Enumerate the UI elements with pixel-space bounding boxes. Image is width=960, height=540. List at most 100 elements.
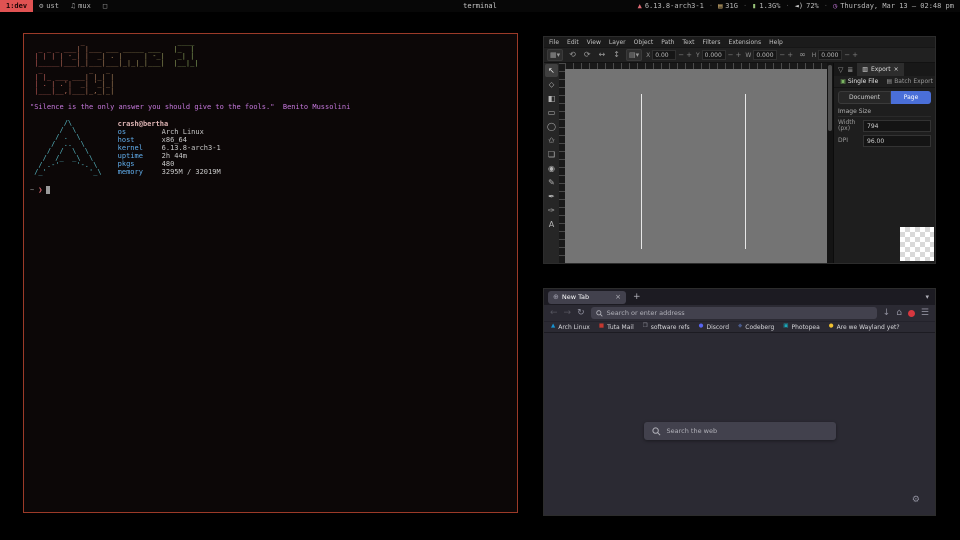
- fetch-row: pkgs 480: [118, 160, 221, 168]
- drawing-canvas[interactable]: [565, 69, 827, 263]
- menu-layer[interactable]: Layer: [609, 39, 626, 46]
- menu-filters[interactable]: Filters: [703, 39, 721, 46]
- tool-rectangle-icon[interactable]: ▭: [545, 106, 558, 119]
- align-dropdown[interactable]: ▤▾: [626, 49, 642, 61]
- personalize-gear-icon[interactable]: ⚙: [912, 495, 920, 505]
- w-increment[interactable]: +: [787, 51, 793, 59]
- tool-spiral-icon[interactable]: ◉: [545, 162, 558, 175]
- batch-export-icon: ▤: [887, 78, 893, 85]
- web-search-input[interactable]: Search the web: [644, 422, 836, 440]
- bookmark-arch-linux[interactable]: ▲ Arch Linux: [551, 324, 590, 331]
- home-icon[interactable]: ⌂: [896, 309, 902, 318]
- downloads-icon[interactable]: ↓: [883, 309, 891, 318]
- menu-icon[interactable]: ☰: [921, 309, 929, 318]
- dock-tab-bar: ▽ ≣ ▥ Export ×: [834, 63, 935, 76]
- tab-list-chevron-icon[interactable]: ▾: [925, 293, 929, 301]
- status-bar: 1:dev ⚙ ust ♫ mux □ terminal ▲ 6.13.8-ar…: [0, 0, 960, 12]
- new-tab-page: Search the web ⚙: [544, 333, 935, 515]
- x-increment[interactable]: +: [686, 51, 692, 59]
- export-scope-segmented: Document Page: [838, 91, 931, 104]
- tool-pencil-icon[interactable]: ✎: [545, 176, 558, 189]
- y-decrement[interactable]: −: [728, 51, 734, 59]
- tool-shape-builder-icon[interactable]: ◧: [545, 92, 558, 105]
- canvas-area[interactable]: [565, 63, 827, 263]
- menu-edit[interactable]: Edit: [567, 39, 579, 46]
- tab-single-file[interactable]: ▣ Single File: [834, 78, 885, 85]
- bookmark-tuta-mail[interactable]: ■ Tuta Mail: [599, 324, 634, 331]
- w-input[interactable]: 0.000: [753, 50, 777, 60]
- tool-node-editor-icon[interactable]: ⬦: [545, 78, 558, 91]
- bookmark-codeberg[interactable]: ◆ Codeberg: [738, 324, 774, 331]
- rotate-cw-icon[interactable]: ⟳: [582, 50, 593, 60]
- menu-view[interactable]: View: [587, 39, 601, 46]
- h-decrement[interactable]: −: [844, 51, 850, 59]
- bookmark-photopea[interactable]: ▣ Photopea: [783, 324, 820, 331]
- photopea-favicon: ▣: [783, 324, 788, 330]
- extension-red-icon[interactable]: [908, 310, 915, 317]
- discord-favicon: ●: [699, 324, 704, 330]
- tool-selector-icon[interactable]: ↖: [545, 64, 558, 77]
- tool-pen-icon[interactable]: ✒: [545, 190, 558, 203]
- fetch-output: /\ / \ / . \ / .. \ / / \ \ / /_ _\ \ / …: [30, 120, 511, 176]
- forward-button[interactable]: →: [564, 309, 572, 318]
- h-increment[interactable]: +: [852, 51, 858, 59]
- shell-prompt[interactable]: ~ ❯: [30, 186, 511, 194]
- y-increment[interactable]: +: [736, 51, 742, 59]
- tool-text-icon[interactable]: A: [545, 218, 558, 231]
- browser-window[interactable]: ⊕ New Tab × + ▾ ← → ↻ Search or enter ad…: [543, 288, 936, 516]
- flip-horizontal-icon[interactable]: ↔: [597, 50, 608, 60]
- tool-star-icon[interactable]: ✩: [545, 134, 558, 147]
- bookmark-are-we-wayland-yet[interactable]: ● Are we Wayland yet?: [829, 324, 900, 331]
- single-file-icon: ▣: [840, 78, 846, 85]
- image-size-heading: Image Size: [838, 108, 931, 117]
- welcome-ascii-art: _ ____ _ _ _ ___| |___ ___ _____ ___ |_ …: [30, 39, 511, 95]
- rotate-ccw-icon[interactable]: ⟲: [567, 50, 578, 60]
- x-input[interactable]: 0.00: [652, 50, 676, 60]
- url-bar[interactable]: Search or enter address: [591, 307, 877, 319]
- select-all-dropdown[interactable]: ▦▾: [547, 49, 563, 61]
- inkscape-window[interactable]: File Edit View Layer Object Path Text Fi…: [543, 36, 936, 264]
- h-input[interactable]: 0.000: [818, 50, 842, 60]
- tuta-favicon: ■: [599, 324, 604, 330]
- menu-path[interactable]: Path: [661, 39, 674, 46]
- width-input[interactable]: 794: [863, 120, 931, 132]
- bookmark-discord[interactable]: ● Discord: [699, 324, 729, 331]
- back-button[interactable]: ←: [550, 309, 558, 318]
- close-icon[interactable]: ×: [615, 293, 621, 301]
- menu-help[interactable]: Help: [769, 39, 783, 46]
- fetch-row: os Arch Linux: [118, 128, 221, 136]
- folder-icon: ❒: [643, 324, 648, 330]
- tab-batch-export[interactable]: ▤ Batch Export: [885, 78, 936, 85]
- dpi-input[interactable]: 96.00: [863, 135, 931, 147]
- arch-favicon: ▲: [551, 324, 555, 330]
- wayland-favicon: ●: [829, 324, 834, 330]
- prompt-cwd: ~: [30, 186, 34, 194]
- new-tab-button[interactable]: +: [633, 292, 641, 302]
- page-button[interactable]: Page: [891, 91, 931, 104]
- tool-calligraphy-icon[interactable]: ✑: [545, 204, 558, 217]
- document-button[interactable]: Document: [838, 91, 891, 104]
- layers-icon[interactable]: ≣: [847, 66, 853, 74]
- export-dock-tab[interactable]: ▥ Export ×: [857, 63, 903, 76]
- search-icon: [596, 310, 603, 317]
- tool-box-3d-icon[interactable]: ❏: [545, 148, 558, 161]
- w-decrement[interactable]: −: [779, 51, 785, 59]
- active-tab[interactable]: ⊕ New Tab ×: [548, 291, 626, 304]
- y-input[interactable]: 0.000: [702, 50, 726, 60]
- bookmark-folder-software-refs[interactable]: ❒ software refs: [643, 324, 690, 331]
- menu-object[interactable]: Object: [634, 39, 654, 46]
- flip-vertical-icon[interactable]: ↕: [611, 50, 622, 60]
- close-icon[interactable]: ×: [894, 66, 899, 73]
- menu-text[interactable]: Text: [682, 39, 694, 46]
- bookmarks-bar: ▲ Arch Linux ■ Tuta Mail ❒ software refs…: [544, 321, 935, 332]
- reload-button[interactable]: ↻: [577, 309, 585, 318]
- menu-file[interactable]: File: [549, 39, 559, 46]
- x-decrement[interactable]: −: [678, 51, 684, 59]
- terminal-window[interactable]: _ ____ _ _ _ ___| |___ ___ _____ ___ |_ …: [23, 33, 518, 513]
- navigation-bar: ← → ↻ Search or enter address ↓ ⌂ ☰: [544, 305, 935, 321]
- menu-extensions[interactable]: Extensions: [729, 39, 762, 46]
- lock-ratio-icon[interactable]: ∞: [797, 50, 808, 60]
- filter-icon[interactable]: ▽: [838, 66, 843, 74]
- scrollbar-thumb[interactable]: [828, 65, 832, 131]
- tool-ellipse-icon[interactable]: ◯: [545, 120, 558, 133]
